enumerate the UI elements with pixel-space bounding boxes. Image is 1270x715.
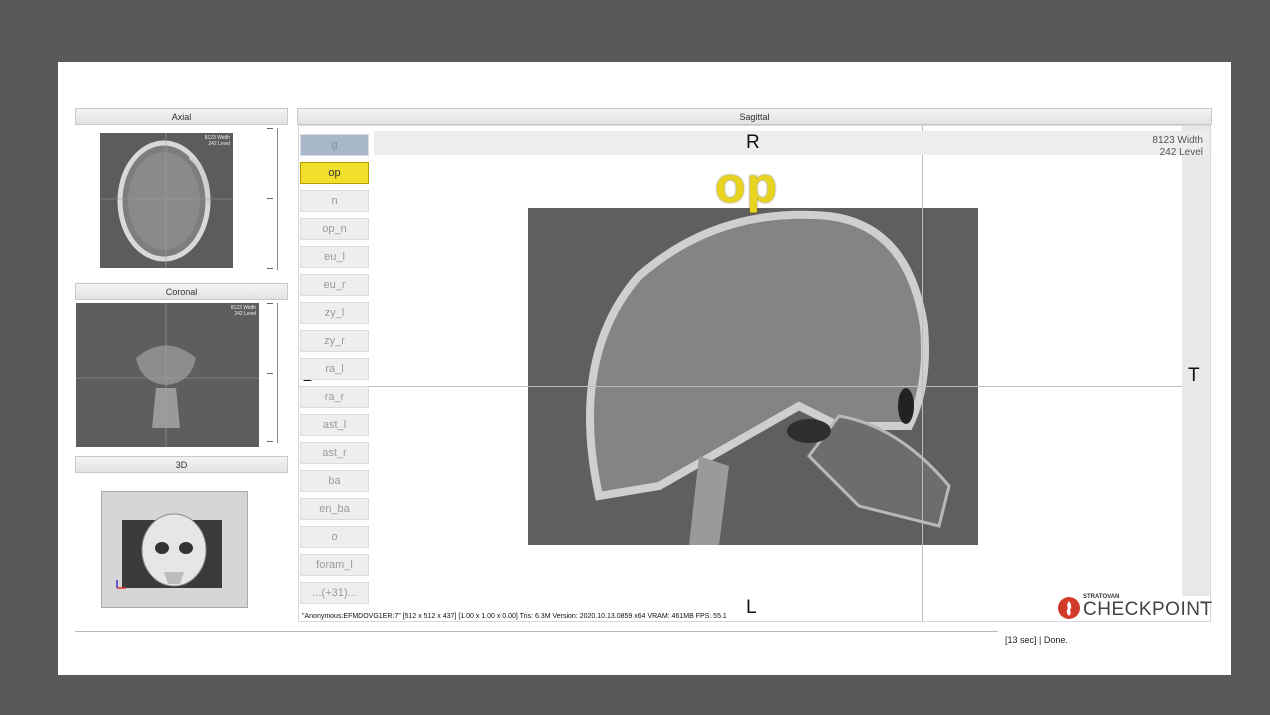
three-d-skull-render (116, 513, 222, 589)
orientation-right-label: T (1188, 365, 1200, 386)
landmark-button-ba[interactable]: ba (300, 470, 369, 492)
landmark-button-ast-r[interactable]: ast_r (300, 442, 369, 464)
landmark-button-op[interactable]: op (300, 162, 369, 184)
landmark-button-ra-r[interactable]: ra_r (300, 386, 369, 408)
sagittal-panel-header: Sagittal (297, 108, 1212, 125)
landmark-button-o[interactable]: o (300, 526, 369, 548)
landmark-button-ra-l[interactable]: ra_l (300, 358, 369, 380)
horizontal-crosshair[interactable] (299, 386, 1210, 387)
vertical-crosshair[interactable] (922, 126, 923, 621)
logo-trademark: ™ (1199, 601, 1206, 608)
axial-slice-slider[interactable] (265, 128, 278, 270)
status-divider (75, 631, 998, 632)
landmark-button-g[interactable]: g (300, 134, 369, 156)
landmark-button-n[interactable]: n (300, 190, 369, 212)
axial-window-level: 8123 Width 242 Level (204, 135, 230, 147)
axial-panel-title: Axial (171, 112, 192, 122)
coronal-view[interactable]: 8123 Width 242 Level (76, 303, 259, 447)
three-d-panel-header: 3D (75, 456, 288, 473)
coronal-panel-header: Coronal (75, 283, 288, 300)
landmark-button-eu-l[interactable]: eu_l (300, 246, 369, 268)
sagittal-window-level: 8123 Width 242 Level (1152, 135, 1203, 158)
landmark-button-foram-l[interactable]: foram_l (300, 554, 369, 576)
sagittal-top-gutter (374, 131, 1209, 155)
landmark-button-ast-l[interactable]: ast_l (300, 414, 369, 436)
coronal-panel-title: Coronal (165, 287, 198, 297)
landmark-button-en-ba[interactable]: en_ba (300, 498, 369, 520)
coronal-skull-image (76, 303, 259, 447)
coronal-window-level: 8123 Width 242 Level (230, 305, 256, 317)
coronal-slice-slider[interactable] (265, 303, 278, 443)
sagittal-panel-title: Sagittal (739, 112, 770, 122)
axial-view[interactable]: 8123 Width 242 Level (100, 133, 233, 268)
status-info-text: "Anonymous:EFMDOVG1ER:7" [512 x 512 x 43… (302, 613, 727, 620)
axial-panel-header: Axial (75, 108, 288, 125)
three-d-panel-title: 3D (175, 460, 188, 470)
landmark-button-eu-r[interactable]: eu_r (300, 274, 369, 296)
orientation-bottom-label: L (746, 597, 757, 618)
landmark-button-zy-r[interactable]: zy_r (300, 330, 369, 352)
flame-logo-icon (1058, 597, 1080, 619)
three-d-view[interactable] (101, 491, 248, 608)
sagittal-right-gutter (1182, 126, 1210, 596)
landmark-button-zy-l[interactable]: zy_l (300, 302, 369, 324)
axial-skull-image (100, 133, 233, 268)
landmark-button-more[interactable]: ...(+31)... (300, 582, 369, 604)
current-landmark-overlay: op (715, 157, 779, 213)
orientation-top-label: R (746, 132, 760, 153)
progress-status-text: [13 sec] | Done. (1005, 635, 1068, 645)
logo-brand-name: CHECKPOINT (1083, 599, 1213, 620)
landmark-button-op-n[interactable]: op_n (300, 218, 369, 240)
